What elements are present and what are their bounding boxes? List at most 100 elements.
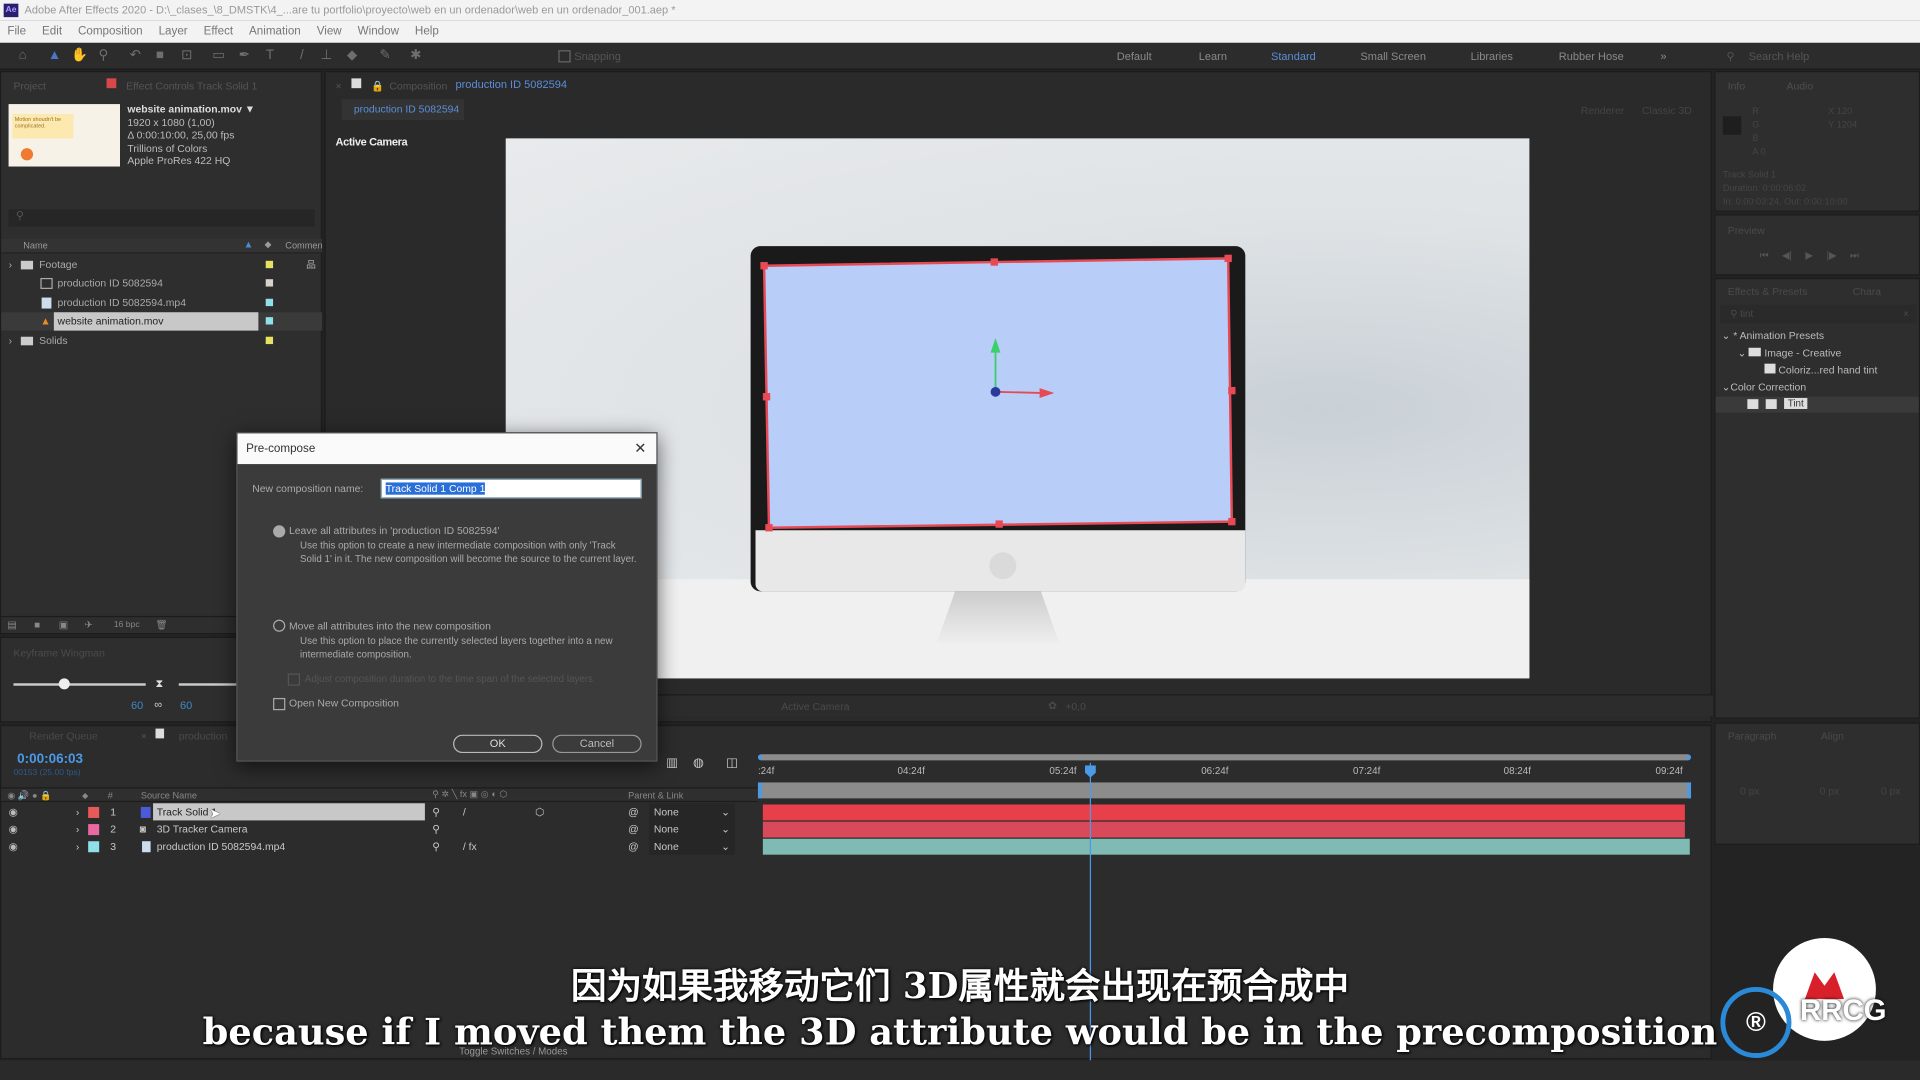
- tab-render-queue[interactable]: Render Queue: [29, 730, 97, 742]
- radio-leave-attributes[interactable]: [273, 525, 286, 538]
- pickwhip-icon[interactable]: @: [628, 803, 639, 820]
- layer-3-duration-bar[interactable]: [762, 838, 1690, 855]
- x-axis-gizmo[interactable]: [995, 390, 1045, 394]
- tab-character[interactable]: Chara: [1853, 285, 1881, 297]
- search-help-input[interactable]: Search Help: [1749, 50, 1810, 62]
- comp-name-input[interactable]: Track Solid 1 Comp 1: [380, 478, 642, 499]
- tab-paragraph[interactable]: Paragraph: [1728, 730, 1777, 742]
- play-icon[interactable]: ▶: [1805, 250, 1813, 262]
- open-new-comp-checkbox[interactable]: [273, 697, 286, 711]
- tab-effects-presets[interactable]: Effects & Presets: [1728, 285, 1808, 297]
- layer-name[interactable]: Track Solid 1: [153, 803, 425, 821]
- selection-tool-icon[interactable]: ▲: [47, 48, 63, 64]
- project-item-comp[interactable]: production ID 5082594: [1, 274, 322, 292]
- workspace-learn[interactable]: Learn: [1199, 50, 1227, 62]
- fx-switch-icon[interactable]: / fx: [463, 838, 477, 855]
- visibility-eye-icon[interactable]: ◉: [9, 838, 18, 855]
- menu-window[interactable]: Window: [358, 21, 399, 43]
- search-help-icon[interactable]: ⚲: [1727, 50, 1735, 63]
- label-swatch[interactable]: [265, 260, 274, 269]
- workspace-rubber-hose[interactable]: Rubber Hose: [1559, 50, 1624, 62]
- label-swatch[interactable]: [265, 317, 274, 325]
- workspace-default[interactable]: Default: [1117, 50, 1152, 62]
- flowchart-icon[interactable]: 品: [306, 256, 316, 274]
- motion-blur-icon[interactable]: ◍: [693, 757, 704, 770]
- timeline-layer-2[interactable]: ◉ › 2 ◙ 3D Tracker Camera ⚲ @ None ⌄: [1, 820, 758, 838]
- col-source-name[interactable]: Source Name: [141, 790, 197, 801]
- playhead-handle[interactable]: [1084, 765, 1096, 778]
- tab-timeline-comp[interactable]: production: [179, 730, 228, 742]
- brush-tool-icon[interactable]: /: [294, 48, 310, 64]
- renderer-value[interactable]: Classic 3D: [1642, 104, 1692, 116]
- close-tab-icon[interactable]: ×: [141, 730, 147, 742]
- menu-edit[interactable]: Edit: [42, 21, 62, 43]
- pickwhip-icon[interactable]: @: [628, 838, 639, 855]
- menu-help[interactable]: Help: [415, 21, 439, 43]
- tab-preview[interactable]: Preview: [1728, 224, 1765, 236]
- close-icon[interactable]: ✕: [634, 433, 646, 464]
- parent-dropdown[interactable]: None ⌄: [648, 803, 735, 821]
- parent-dropdown[interactable]: None ⌄: [648, 837, 735, 855]
- new-folder-icon[interactable]: ■: [34, 620, 40, 631]
- indent-left-value[interactable]: 0 px: [1740, 785, 1760, 797]
- slider-handle[interactable]: [58, 678, 70, 690]
- 3d-layer-switch-icon[interactable]: ⬡: [535, 803, 544, 820]
- rotate-tool-icon[interactable]: ↶: [127, 48, 143, 64]
- camera-tool-icon[interactable]: ■: [152, 48, 168, 64]
- layer-2-duration-bar[interactable]: [762, 821, 1685, 838]
- option-leave-label[interactable]: Leave all attributes in 'production ID 5…: [289, 524, 500, 537]
- col-parent-link[interactable]: Parent & Link: [628, 790, 683, 801]
- effects-search-input[interactable]: ⚲ tint ×: [1720, 304, 1917, 324]
- menu-file[interactable]: File: [7, 21, 26, 43]
- anchor-point[interactable]: [990, 386, 1001, 397]
- comp-flow-subtab[interactable]: production ID 5082594: [341, 99, 465, 121]
- comp-viewer-frame[interactable]: [505, 138, 1530, 679]
- visibility-eye-icon[interactable]: ◉: [9, 820, 18, 837]
- workspace-libraries[interactable]: Libraries: [1471, 50, 1513, 62]
- hand-tool-icon[interactable]: ✋: [71, 48, 88, 64]
- tab-info[interactable]: Info: [1728, 80, 1745, 92]
- visibility-eye-icon[interactable]: ◉: [9, 803, 18, 820]
- eraser-tool-icon[interactable]: ◆: [344, 48, 360, 64]
- prev-frame-icon[interactable]: ◀|: [1782, 250, 1792, 262]
- menu-view[interactable]: View: [317, 21, 342, 43]
- parent-dropdown[interactable]: None ⌄: [648, 820, 735, 838]
- open-new-comp-label[interactable]: Open New Composition: [289, 697, 399, 710]
- zoom-tool-icon[interactable]: ⚲: [96, 48, 112, 64]
- layer-1-duration-bar[interactable]: [762, 804, 1685, 821]
- sort-ascending-icon[interactable]: ▲: [244, 239, 254, 250]
- text-tool-icon[interactable]: T: [262, 48, 278, 64]
- first-frame-icon[interactable]: ⏮: [1760, 250, 1769, 262]
- last-frame-icon[interactable]: ⏭: [1850, 250, 1859, 262]
- workspace-standard[interactable]: Standard: [1271, 50, 1316, 62]
- view-dropdown[interactable]: Active Camera: [781, 700, 849, 712]
- graph-editor-icon[interactable]: ◫: [726, 757, 738, 770]
- pen-tool-icon[interactable]: ✒: [236, 48, 252, 64]
- bit-depth-button[interactable]: 16 bpc: [114, 621, 140, 630]
- radio-move-attributes[interactable]: [273, 619, 286, 632]
- label-swatch[interactable]: [265, 336, 274, 345]
- home-icon[interactable]: ⌂: [15, 48, 31, 64]
- tree-colorize-preset[interactable]: Coloriz...red hand tint: [1764, 363, 1877, 376]
- cancel-button[interactable]: Cancel: [552, 734, 642, 754]
- col-comment[interactable]: Commen: [285, 240, 322, 251]
- layer-name[interactable]: 3D Tracker Camera: [157, 820, 248, 837]
- value-1[interactable]: 60: [131, 699, 143, 711]
- shy-switch-icon[interactable]: ⚲: [432, 803, 440, 820]
- delete-icon[interactable]: 🗑: [156, 620, 168, 631]
- exposure-value[interactable]: +0,0: [1065, 700, 1086, 712]
- menu-effect[interactable]: Effect: [204, 21, 234, 43]
- col-name[interactable]: Name: [23, 240, 48, 251]
- tab-align[interactable]: Align: [1821, 730, 1844, 742]
- project-search-input[interactable]: ⚲: [8, 209, 315, 227]
- render-icon[interactable]: ✈: [84, 620, 92, 631]
- shy-switch-icon[interactable]: ⚲: [432, 838, 440, 855]
- more-workspaces-icon[interactable]: »: [1660, 50, 1666, 62]
- value-2[interactable]: 60: [180, 699, 192, 711]
- lock-icon[interactable]: 🔒: [371, 80, 384, 93]
- label-tag-icon[interactable]: ⬥: [264, 239, 271, 251]
- layer-name[interactable]: production ID 5082594.mp4: [157, 838, 285, 855]
- layer-label-color[interactable]: [88, 841, 100, 853]
- tree-animation-presets[interactable]: ⌄ * Animation Presets: [1722, 329, 1824, 342]
- layer-label-color[interactable]: [88, 824, 100, 836]
